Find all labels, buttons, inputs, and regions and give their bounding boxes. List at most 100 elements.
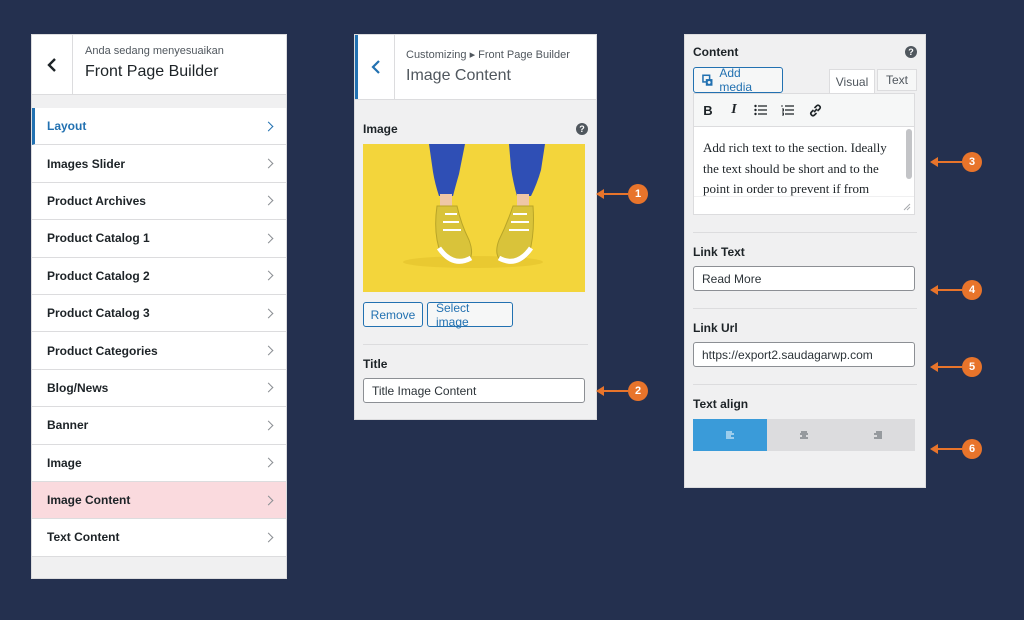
divider (693, 308, 917, 309)
section-item-blog-news[interactable]: Blog/News (32, 369, 286, 408)
link-icon[interactable] (808, 103, 823, 118)
callout-5: 5 (930, 357, 982, 377)
image-label: Image (363, 122, 398, 136)
panel-header: Customizing ▸ Front Page Builder Image C… (355, 35, 596, 100)
help-icon[interactable]: ? (905, 46, 917, 58)
section-item-product-catalog-1[interactable]: Product Catalog 1 (32, 220, 286, 258)
link-text-input[interactable]: Read More (693, 266, 915, 291)
divider (363, 344, 588, 345)
section-item-image[interactable]: Image (32, 444, 286, 482)
help-icon[interactable]: ? (576, 123, 588, 135)
arrow-left-icon (930, 157, 938, 167)
callout-number: 2 (628, 381, 648, 401)
align-center-icon (800, 431, 808, 438)
callout-2: 2 (596, 381, 648, 401)
divider (693, 384, 917, 385)
chevron-right-icon (263, 345, 274, 356)
section-item-label: Images Slider (47, 156, 126, 171)
chevron-right-icon (263, 158, 274, 169)
editor-resize-handle[interactable] (694, 196, 914, 214)
arrow-left-icon (596, 386, 604, 396)
italic-button[interactable]: I (728, 102, 740, 118)
callout-number: 3 (962, 152, 982, 172)
bold-button[interactable]: B (702, 103, 714, 118)
section-item-images-slider[interactable]: Images Slider (32, 145, 286, 183)
text-align-label: Text align (693, 397, 749, 411)
add-media-label: Add media (719, 66, 753, 94)
chevron-right-icon (263, 457, 274, 468)
align-right-icon (874, 431, 882, 438)
section-item-label: Image Content (47, 493, 131, 508)
callout-1: 1 (596, 184, 648, 204)
align-right-button[interactable] (841, 419, 915, 451)
arrow-left-icon (930, 285, 938, 295)
section-item-label: Product Catalog 1 (47, 231, 150, 246)
customizer-panel-image-content: Customizing ▸ Front Page Builder Image C… (354, 34, 597, 420)
section-item-product-archives[interactable]: Product Archives (32, 182, 286, 221)
arrow-left-icon (930, 362, 938, 372)
select-image-button[interactable]: Select image (427, 301, 513, 329)
editor-toolbar: B I (694, 94, 914, 127)
numbered-list-icon[interactable] (781, 104, 794, 116)
section-item-label: Product Categories (47, 343, 158, 358)
chevron-right-icon (263, 382, 274, 393)
chevron-left-icon (47, 57, 56, 72)
customizer-panel-main: Anda sedang menyesuaikan Front Page Buil… (31, 34, 287, 579)
resize-grip-icon (903, 203, 911, 211)
section-item-label: Banner (47, 418, 89, 433)
chevron-right-icon (263, 270, 274, 281)
section-item-product-categories[interactable]: Product Categories (32, 332, 286, 370)
add-media-button[interactable]: Add media (693, 66, 783, 94)
callout-3: 3 (930, 152, 982, 172)
link-text-label: Link Text (693, 245, 745, 259)
remove-image-button[interactable]: Remove (363, 302, 423, 327)
panel-title: Front Page Builder (85, 63, 219, 80)
section-list: Layout Images Slider Product Archives Pr… (32, 108, 286, 557)
editor-scrollbar[interactable] (906, 129, 912, 179)
divider (693, 232, 917, 233)
align-center-button[interactable] (767, 419, 841, 451)
callout-number: 4 (962, 280, 982, 300)
chevron-right-icon (263, 196, 274, 206)
editor-content[interactable]: Add rich text to the section. Ideally th… (694, 127, 914, 196)
sneakers-photo (363, 144, 585, 292)
chevron-right-icon (263, 121, 274, 132)
callout-number: 1 (628, 184, 648, 204)
chevron-left-icon (371, 60, 380, 74)
chevron-right-icon (263, 420, 274, 431)
arrow-left-icon (596, 189, 604, 199)
section-item-layout[interactable]: Layout (32, 108, 286, 146)
back-button[interactable] (32, 35, 73, 94)
callout-number: 5 (962, 357, 982, 377)
tab-visual[interactable]: Visual (829, 69, 875, 93)
section-item-product-catalog-3[interactable]: Product Catalog 3 (32, 294, 286, 333)
chevron-right-icon (263, 308, 274, 319)
customizer-panel-content-settings: Content ? Add media Visual Text B I Add … (684, 34, 926, 488)
editor: B I Add rich text to the section. Ideall… (693, 93, 915, 215)
align-left-icon (726, 431, 734, 438)
bullet-list-icon[interactable] (754, 104, 767, 116)
customizing-label: Anda sedang menyesuaikan (85, 45, 224, 57)
title-label: Title (363, 357, 388, 371)
section-item-label: Product Catalog 2 (47, 268, 150, 283)
section-item-image-content[interactable]: Image Content (32, 481, 286, 520)
text-align-control (693, 419, 915, 451)
section-item-label: Layout (47, 119, 87, 134)
link-url-label: Link Url (693, 321, 738, 335)
back-button[interactable] (355, 35, 395, 99)
arrow-left-icon (930, 444, 938, 454)
section-item-label: Product Archives (47, 193, 146, 208)
section-item-product-catalog-2[interactable]: Product Catalog 2 (32, 257, 286, 295)
breadcrumb: Customizing ▸ Front Page Builder (406, 49, 570, 61)
callout-4: 4 (930, 280, 982, 300)
section-item-text-content[interactable]: Text Content (32, 519, 286, 557)
section-item-banner[interactable]: Banner (32, 407, 286, 445)
align-left-button[interactable] (693, 419, 767, 451)
callout-number: 6 (962, 439, 982, 459)
image-preview (363, 144, 585, 292)
content-label: Content (693, 45, 739, 59)
tab-text[interactable]: Text (877, 69, 917, 91)
section-item-label: Blog/News (47, 380, 109, 395)
link-url-input[interactable]: https://export2.saudagarwp.com (693, 342, 915, 367)
title-input[interactable]: Title Image Content (363, 378, 585, 403)
